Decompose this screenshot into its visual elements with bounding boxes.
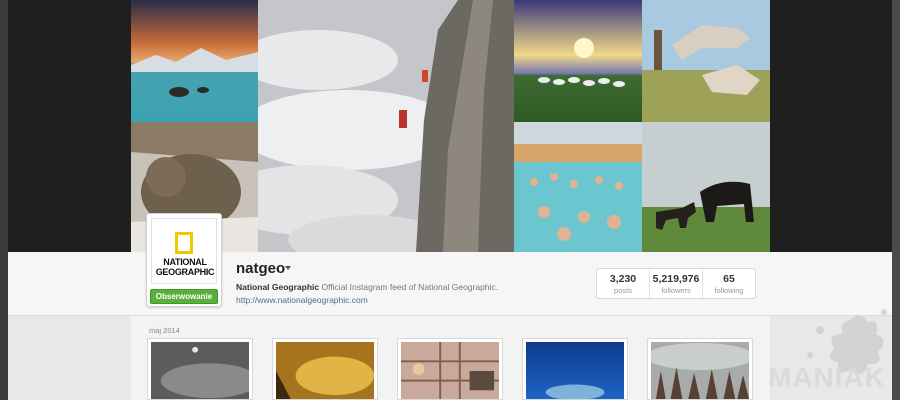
feed-date-label: maj 2014 [149, 326, 180, 335]
moon-black-white-photo[interactable] [147, 338, 253, 400]
header-background-left [8, 0, 131, 252]
girl-at-fence-photo[interactable] [397, 338, 503, 400]
profile-stats: 3,230 posts 5,219,976 followers 65 follo… [596, 268, 756, 299]
stat-value: 3,230 [609, 273, 637, 285]
stat-value: 5,219,976 [652, 273, 700, 285]
header-background-right [770, 0, 892, 252]
stat-value: 65 [723, 273, 735, 285]
watermark-text: MANIAK [768, 362, 886, 393]
stat-following[interactable]: 65 following [703, 269, 755, 298]
running-horses-photo[interactable] [642, 0, 770, 122]
stat-label: posts [614, 286, 632, 295]
chevron-down-icon[interactable] [285, 266, 291, 270]
avatar-card: NATIONAL GEOGRAPHIC Obserwowanie [146, 213, 222, 307]
profile-bio: National Geographic Official Instagram f… [236, 282, 498, 292]
avatar[interactable]: NATIONAL GEOGRAPHIC [151, 218, 217, 284]
header-photo-mosaic [131, 0, 770, 252]
thermal-bath-photo[interactable] [514, 122, 642, 252]
forest-fog-photo[interactable] [647, 338, 753, 400]
stat-followers[interactable]: 5,219,976 followers [650, 269, 703, 298]
logo-text-line2: GEOGRAPHIC [155, 267, 215, 277]
bio-name: National Geographic [236, 282, 320, 292]
underwater-whale-photo[interactable] [522, 338, 628, 400]
logo-text-line1: NATIONAL [163, 257, 207, 267]
bio-text: Official Instagram feed of National Geog… [319, 282, 499, 292]
window-edge-left [0, 0, 8, 400]
mountain-lake-photo[interactable] [131, 0, 258, 122]
foal-and-horse-photo[interactable] [642, 122, 770, 252]
sunset-sheep-photo[interactable] [514, 0, 642, 122]
national-geographic-logo-icon [175, 232, 193, 254]
stat-posts[interactable]: 3,230 posts [597, 269, 650, 298]
golden-sunrise-photo[interactable] [272, 338, 378, 400]
window-edge-right [892, 0, 900, 400]
profile-website-link[interactable]: http://www.nationalgeographic.com [236, 295, 368, 305]
stat-label: followers [661, 286, 691, 295]
follow-button[interactable]: Obserwowanie [150, 289, 218, 304]
profile-username: natgeo [236, 260, 286, 277]
climber-on-cliff-photo[interactable] [258, 0, 514, 252]
stat-label: following [714, 286, 744, 295]
